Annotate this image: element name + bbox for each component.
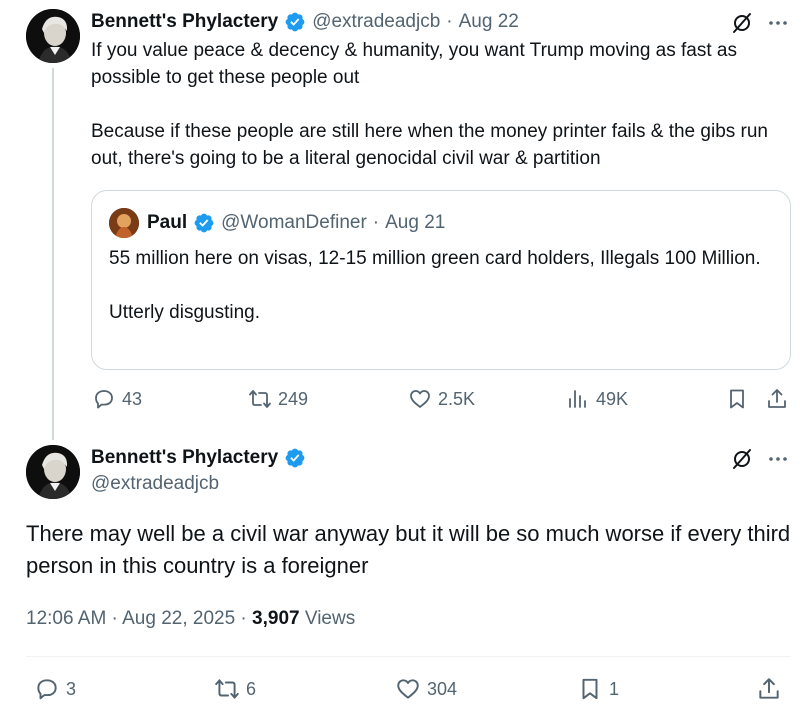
parent-like-button[interactable]: 2.5K — [408, 387, 475, 411]
like-count: 2.5K — [438, 388, 476, 409]
more-icon — [769, 21, 787, 25]
repost-icon — [215, 679, 239, 699]
parent-reply-button[interactable]: 43 — [92, 387, 142, 411]
main-reply-button[interactable]: 3 — [34, 676, 76, 702]
parent-tweet-text: If you value peace & decency & humanity,… — [91, 40, 768, 169]
quoted-tweet-text: 55 million here on visas, 12-15 million … — [109, 248, 761, 323]
main-like-button[interactable]: 304 — [395, 676, 457, 702]
main-header: Bennett's Phylactery — [91, 445, 306, 471]
main-bookmark-button[interactable]: 1 — [577, 676, 619, 702]
parent-views-button[interactable]: 49K — [566, 387, 628, 411]
parent-avatar[interactable] — [26, 9, 80, 63]
quoted-tweet-card[interactable]: Paul @WomanDefiner · Aug 21 55 million h… — [91, 190, 791, 370]
quoted-header: Paul @WomanDefiner · Aug 21 — [147, 210, 445, 236]
main-share-button[interactable] — [756, 676, 782, 702]
bookmark-icon — [730, 389, 744, 409]
main-handle[interactable]: @extradeadjcb — [91, 473, 219, 495]
quoted-author-name: Paul — [147, 212, 188, 233]
parent-handle[interactable]: @extradeadjcb — [312, 11, 440, 33]
parent-share-button[interactable] — [765, 387, 789, 411]
verified-badge-icon — [285, 448, 305, 468]
parent-bookmark-button[interactable] — [725, 387, 749, 411]
parent-grok-button[interactable] — [730, 11, 754, 40]
parent-header: Bennett's Phylactery @extradeadjcb · Aug… — [91, 9, 519, 35]
repost-count: 249 — [278, 388, 309, 409]
reply-icon — [37, 679, 57, 700]
repost-icon — [249, 390, 271, 408]
reply-count: 43 — [122, 388, 143, 409]
bookmark-icon — [582, 678, 598, 700]
main-tweet-text: There may well be a civil war anyway but… — [26, 521, 791, 578]
grok-icon — [733, 13, 751, 33]
quoted-avatar — [109, 208, 139, 238]
share-icon — [759, 678, 779, 699]
like-icon — [410, 390, 430, 408]
parent-more-button[interactable] — [766, 11, 790, 40]
repost-count: 6 — [246, 678, 257, 699]
reply-count: 3 — [66, 678, 77, 699]
verified-badge-icon — [285, 12, 305, 32]
timestamp[interactable]: 12:06 AM · Aug 22, 2025 · — [26, 608, 252, 629]
grok-icon — [733, 449, 751, 469]
like-count: 304 — [427, 678, 458, 699]
views-label: Views — [299, 608, 356, 629]
views-count: 49K — [596, 388, 629, 409]
views-total: 3,907 — [252, 608, 300, 629]
main-repost-button[interactable]: 6 — [214, 676, 256, 702]
parent-repost-button[interactable]: 249 — [248, 387, 308, 411]
like-icon — [397, 679, 419, 699]
divider — [26, 656, 791, 657]
main-more-button[interactable] — [766, 447, 790, 476]
quoted-handle: @WomanDefiner — [221, 212, 367, 233]
more-icon — [769, 457, 787, 461]
share-icon — [768, 389, 786, 408]
parent-date[interactable]: Aug 22 — [459, 11, 519, 33]
tweet-metadata: 12:06 AM · Aug 22, 2025 · 3,907 Views — [26, 608, 355, 630]
thread-connector-line — [52, 68, 54, 440]
main-author-name[interactable]: Bennett's Phylactery — [91, 447, 278, 469]
reply-icon — [95, 390, 113, 409]
quoted-date: Aug 21 — [385, 212, 446, 233]
main-avatar[interactable] — [26, 445, 80, 499]
separator-dot: · — [446, 11, 453, 32]
separator-dot: · — [372, 212, 380, 233]
verified-badge-icon — [194, 213, 214, 233]
parent-author-name[interactable]: Bennett's Phylactery — [91, 11, 278, 33]
views-icon — [569, 390, 586, 408]
bookmark-count: 1 — [609, 678, 620, 699]
main-grok-button[interactable] — [730, 447, 754, 476]
